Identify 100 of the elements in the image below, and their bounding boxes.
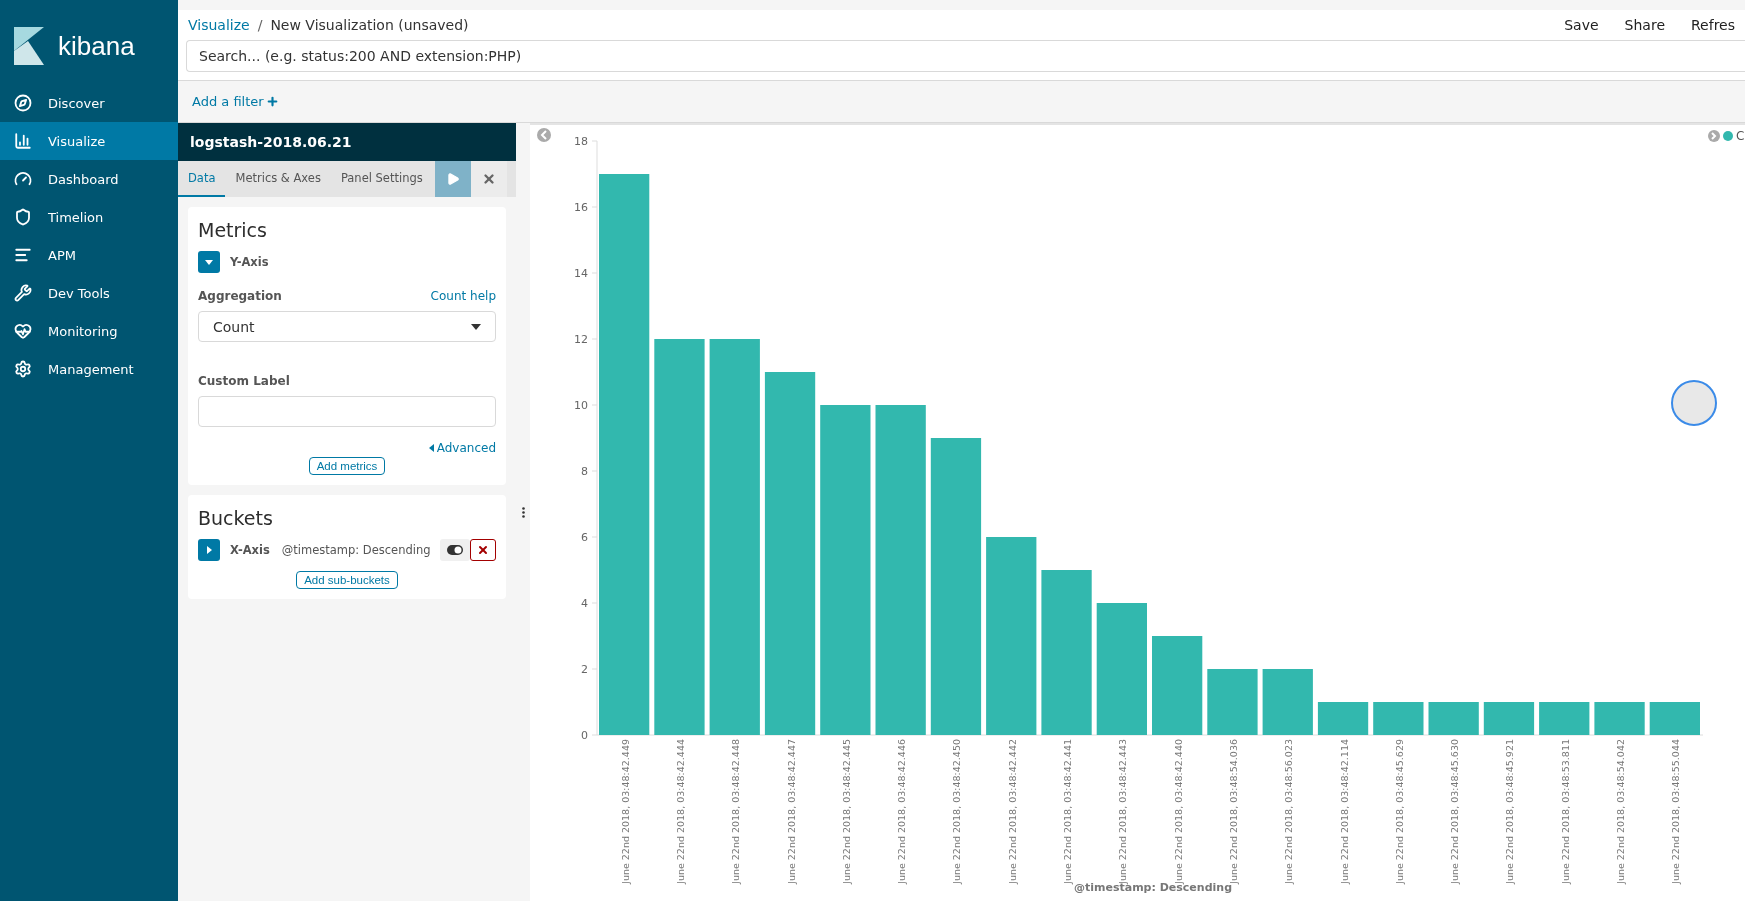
y-tick-label: 2 xyxy=(581,663,588,676)
wrench-icon xyxy=(14,284,32,302)
advanced-link[interactable]: Advanced xyxy=(428,441,496,455)
tab[interactable]: Panel Settings xyxy=(330,161,433,197)
x-tick-label: June 22nd 2018, 03:48:42.441 xyxy=(1062,739,1074,884)
nav-item[interactable]: Monitoring xyxy=(0,312,178,350)
breadcrumb[interactable]: Visualize xyxy=(188,17,250,33)
nav-item[interactable]: Management xyxy=(0,350,178,388)
agg-description: @timestamp: Descending xyxy=(281,543,431,557)
bar xyxy=(1539,702,1590,735)
nav-item[interactable]: APM xyxy=(0,236,178,274)
discard-button[interactable] xyxy=(470,161,507,197)
remove-button[interactable] xyxy=(470,539,496,561)
settings-icon xyxy=(14,360,32,378)
close-icon xyxy=(477,544,489,556)
logo-text: kibana xyxy=(58,30,135,62)
close-icon xyxy=(481,172,496,186)
bar-chart-icon xyxy=(14,132,32,150)
index-pattern-title: logstash-2018.06.21 xyxy=(178,123,516,161)
shield-icon xyxy=(14,208,32,226)
compass-icon xyxy=(14,94,32,112)
nav-item[interactable]: Discover xyxy=(0,84,178,122)
y-tick-label: 12 xyxy=(574,333,588,346)
x-tick-label: June 22nd 2018, 03:48:45.629 xyxy=(1393,739,1405,884)
field-label: Custom Label xyxy=(198,374,290,388)
menu-action[interactable]: Refres xyxy=(1691,17,1735,33)
x-tick-label: June 22nd 2018, 03:48:53.811 xyxy=(1559,739,1571,884)
legend-label[interactable]: C xyxy=(1736,129,1745,143)
x-tick-label: June 22nd 2018, 03:48:42.114 xyxy=(1338,739,1350,884)
enable-toggle[interactable] xyxy=(440,539,470,561)
lines-icon xyxy=(14,246,32,264)
add-filter-link[interactable]: Add a filter xyxy=(192,94,279,109)
x-tick-label: June 22nd 2018, 03:48:42.446 xyxy=(896,739,908,884)
menu-action[interactable]: Share xyxy=(1624,17,1665,33)
aggregation-select[interactable]: Count xyxy=(198,311,496,342)
y-tick-label: 4 xyxy=(581,597,588,610)
x-tick-label: June 22nd 2018, 03:48:42.448 xyxy=(730,739,742,884)
apply-button[interactable] xyxy=(434,161,471,197)
nav-item[interactable]: Dashboard xyxy=(0,160,178,198)
field-label: Aggregation xyxy=(198,289,282,303)
x-tick-label: June 22nd 2018, 03:48:42.449 xyxy=(619,739,631,884)
breadcrumb: New Visualization (unsaved) xyxy=(270,17,469,33)
help-link[interactable]: Count help xyxy=(430,289,496,303)
card-title: Buckets xyxy=(198,507,274,529)
avatar[interactable] xyxy=(1671,380,1717,426)
x-tick-label: June 22nd 2018, 03:48:42.440 xyxy=(1172,739,1184,884)
menu-action[interactable]: Save xyxy=(1564,17,1599,33)
nav-item[interactable]: Dev Tools xyxy=(0,274,178,312)
y-tick-label: 18 xyxy=(574,135,588,148)
nav-item[interactable]: Timelion xyxy=(0,198,178,236)
x-tick-label: June 22nd 2018, 03:48:45.921 xyxy=(1504,739,1516,884)
y-tick-label: 10 xyxy=(574,399,588,412)
x-tick-label: June 22nd 2018, 03:48:42.443 xyxy=(1117,739,1129,884)
search-field[interactable]: Search... (e.g. status:200 AND extension:PHP) xyxy=(186,40,1745,72)
logo-icon xyxy=(14,27,44,65)
caret-icon xyxy=(471,323,481,330)
x-tick-label: June 22nd 2018, 03:48:54.036 xyxy=(1227,739,1239,884)
agg-name: X-Axis xyxy=(230,543,270,557)
collapse-icon[interactable] xyxy=(537,128,551,142)
x-tick-label: June 22nd 2018, 03:48:42.450 xyxy=(951,739,963,884)
bar xyxy=(1483,702,1535,735)
bar xyxy=(1262,669,1313,735)
bar xyxy=(1649,702,1700,735)
caret-icon xyxy=(204,545,214,555)
caret-icon xyxy=(428,444,434,452)
nav-item[interactable]: Visualize xyxy=(0,122,178,160)
x-tick-label: June 22nd 2018, 03:48:42.442 xyxy=(1006,739,1018,884)
x-tick-label: June 22nd 2018, 03:48:55.044 xyxy=(1670,739,1682,884)
custom-label-field[interactable] xyxy=(198,396,496,427)
gauge-icon xyxy=(14,170,32,188)
expand-toggle[interactable] xyxy=(198,539,220,561)
play-icon xyxy=(445,172,460,186)
bar xyxy=(1428,702,1479,735)
tab[interactable]: Data xyxy=(178,161,226,197)
y-tick-label: 14 xyxy=(574,267,588,280)
agg-name: Y-Axis xyxy=(230,255,269,269)
caret-icon xyxy=(204,257,214,267)
heart-pulse-icon xyxy=(14,322,32,340)
collapse-toggle[interactable] xyxy=(198,251,220,273)
x-tick-label: June 22nd 2018, 03:48:42.447 xyxy=(785,739,797,884)
bar xyxy=(1373,702,1424,735)
x-tick-label: June 22nd 2018, 03:48:42.444 xyxy=(674,739,686,884)
bar xyxy=(1317,702,1369,735)
x-tick-label: June 22nd 2018, 03:48:56.023 xyxy=(1283,739,1295,884)
add-sub-buckets-button[interactable]: Add sub-buckets xyxy=(296,571,398,589)
drag-handle-icon[interactable] xyxy=(521,506,525,518)
card-title: Metrics xyxy=(198,219,268,241)
add-metrics-button[interactable]: Add metrics xyxy=(308,457,386,475)
x-tick-label: June 22nd 2018, 03:48:45.630 xyxy=(1449,739,1461,884)
x-tick-label: June 22nd 2018, 03:48:54.042 xyxy=(1615,739,1627,884)
y-tick-label: 0 xyxy=(581,729,588,742)
plus-icon xyxy=(265,95,279,108)
y-tick-label: 16 xyxy=(574,201,588,214)
tab[interactable]: Metrics & Axes xyxy=(225,161,331,197)
expand-legend-icon[interactable] xyxy=(1708,130,1720,142)
y-tick-label: 8 xyxy=(581,465,588,478)
bar xyxy=(1594,702,1645,735)
bar xyxy=(1207,669,1258,735)
y-tick-label: 6 xyxy=(581,531,588,544)
x-tick-label: June 22nd 2018, 03:48:42.445 xyxy=(840,739,852,884)
